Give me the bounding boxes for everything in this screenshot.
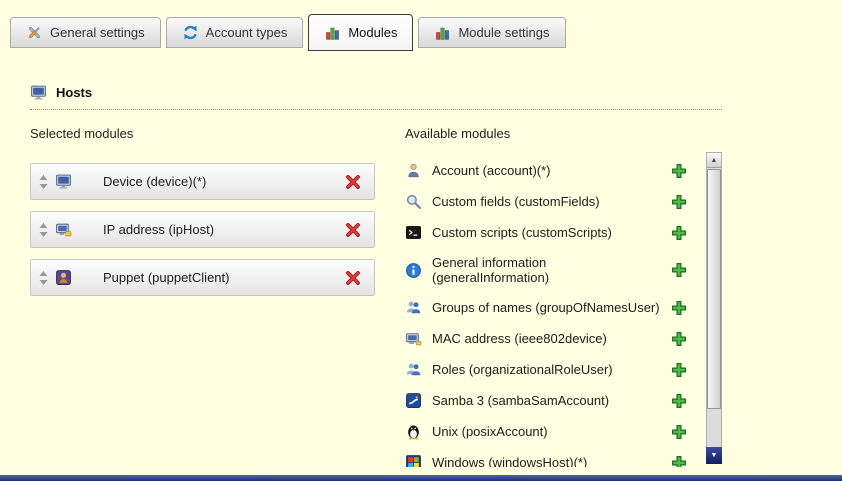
add-module-button[interactable] xyxy=(671,194,689,210)
add-module-button[interactable] xyxy=(671,163,689,179)
selected-modules-heading: Selected modules xyxy=(30,126,378,141)
penguin-icon xyxy=(405,423,427,440)
drag-handle-icon[interactable] xyxy=(31,175,55,189)
add-module-button[interactable] xyxy=(671,424,689,440)
selected-modules-column: Selected modules Devi xyxy=(30,126,378,307)
samba-icon xyxy=(405,392,427,409)
terminal-icon xyxy=(405,224,427,241)
available-module-row: Custom fields (customFields) xyxy=(405,186,699,217)
remove-module-button[interactable] xyxy=(345,174,361,190)
group-icon xyxy=(405,361,427,378)
available-module-label: Unix (posixAccount) xyxy=(427,424,665,439)
tab-general-settings[interactable]: General settings xyxy=(10,17,161,48)
tools-icon xyxy=(26,24,43,41)
tab-label: Module settings xyxy=(458,25,549,40)
available-module-label: Windows (windowsHost)(*) xyxy=(427,455,665,467)
lam-configuration-page: General settings Account types xyxy=(0,0,842,481)
drag-handle-icon[interactable] xyxy=(31,223,55,237)
selected-module-label: Device (device)(*) xyxy=(77,174,345,189)
available-module-row: Samba 3 (sambaSamAccount) xyxy=(405,385,699,416)
remove-module-button[interactable] xyxy=(345,270,361,286)
device-icon xyxy=(55,173,77,190)
tab-label: Account types xyxy=(206,25,288,40)
section-title: Hosts xyxy=(56,85,92,100)
tab-label: Modules xyxy=(348,25,397,40)
available-module-label: MAC address (ieee802device) xyxy=(427,331,665,346)
available-module-label: Account (account)(*) xyxy=(427,163,665,178)
group-icon xyxy=(405,299,427,316)
available-module-row: General information (generalInformation) xyxy=(405,248,699,292)
tab-label: General settings xyxy=(50,25,145,40)
info-icon xyxy=(405,262,427,279)
add-module-button[interactable] xyxy=(671,331,689,347)
chart-icon xyxy=(434,24,451,41)
scroll-up-arrow-icon[interactable]: ▲ xyxy=(707,153,721,168)
selected-module-row: IP address (ipHost) xyxy=(30,211,375,248)
ip-address-icon xyxy=(55,221,77,238)
available-module-row: Windows (windowsHost)(*) xyxy=(405,447,699,467)
available-module-label: General information (generalInformation) xyxy=(427,255,665,285)
account-icon xyxy=(405,162,427,179)
available-module-row: Roles (organizationalRoleUser) xyxy=(405,354,699,385)
puppet-icon xyxy=(55,269,77,286)
selected-module-row: Puppet (puppetClient) xyxy=(30,259,375,296)
monitor-icon xyxy=(30,84,47,101)
add-module-button[interactable] xyxy=(671,262,689,278)
tab-account-types[interactable]: Account types xyxy=(166,17,304,48)
available-module-row: Custom scripts (customScripts) xyxy=(405,217,699,248)
add-module-button[interactable] xyxy=(671,455,689,468)
hosts-section-heading: Hosts xyxy=(30,84,722,110)
available-module-row: Unix (posixAccount) xyxy=(405,416,699,447)
network-card-icon xyxy=(405,330,427,347)
available-module-label: Groups of names (groupOfNamesUser) xyxy=(427,300,665,315)
selected-modules-list: Device (device)(*) xyxy=(30,163,378,296)
footer-bar xyxy=(0,475,842,481)
tab-bar: General settings Account types xyxy=(10,14,566,48)
available-module-label: Roles (organizationalRoleUser) xyxy=(427,362,665,377)
available-modules-scrollbar[interactable]: ▲ ▼ xyxy=(706,152,722,464)
available-modules-list: Account (account)(*) Custom fields (cust… xyxy=(405,155,705,467)
tab-module-settings[interactable]: Module settings xyxy=(418,17,565,48)
selected-module-label: IP address (ipHost) xyxy=(77,222,345,237)
sync-icon xyxy=(182,24,199,41)
magnifier-icon xyxy=(405,193,427,210)
drag-handle-icon[interactable] xyxy=(31,271,55,285)
available-module-label: Custom fields (customFields) xyxy=(427,194,665,209)
available-modules-heading: Available modules xyxy=(405,126,705,141)
remove-module-button[interactable] xyxy=(345,222,361,238)
available-modules-column: Available modules Account (account)(*) xyxy=(405,126,705,467)
available-module-label: Custom scripts (customScripts) xyxy=(427,225,665,240)
add-module-button[interactable] xyxy=(671,225,689,241)
selected-module-row: Device (device)(*) xyxy=(30,163,375,200)
add-module-button[interactable] xyxy=(671,300,689,316)
chart-icon xyxy=(324,24,341,41)
scrollbar-thumb[interactable] xyxy=(707,169,721,409)
available-module-row: Groups of names (groupOfNamesUser) xyxy=(405,292,699,323)
add-module-button[interactable] xyxy=(671,362,689,378)
selected-module-label: Puppet (puppetClient) xyxy=(77,270,345,285)
windows-icon xyxy=(405,454,427,467)
scroll-down-arrow-icon[interactable]: ▼ xyxy=(706,447,722,464)
available-module-row: Account (account)(*) xyxy=(405,155,699,186)
tab-modules[interactable]: Modules xyxy=(308,14,413,51)
add-module-button[interactable] xyxy=(671,393,689,409)
available-module-row: MAC address (ieee802device) xyxy=(405,323,699,354)
available-module-label: Samba 3 (sambaSamAccount) xyxy=(427,393,665,408)
